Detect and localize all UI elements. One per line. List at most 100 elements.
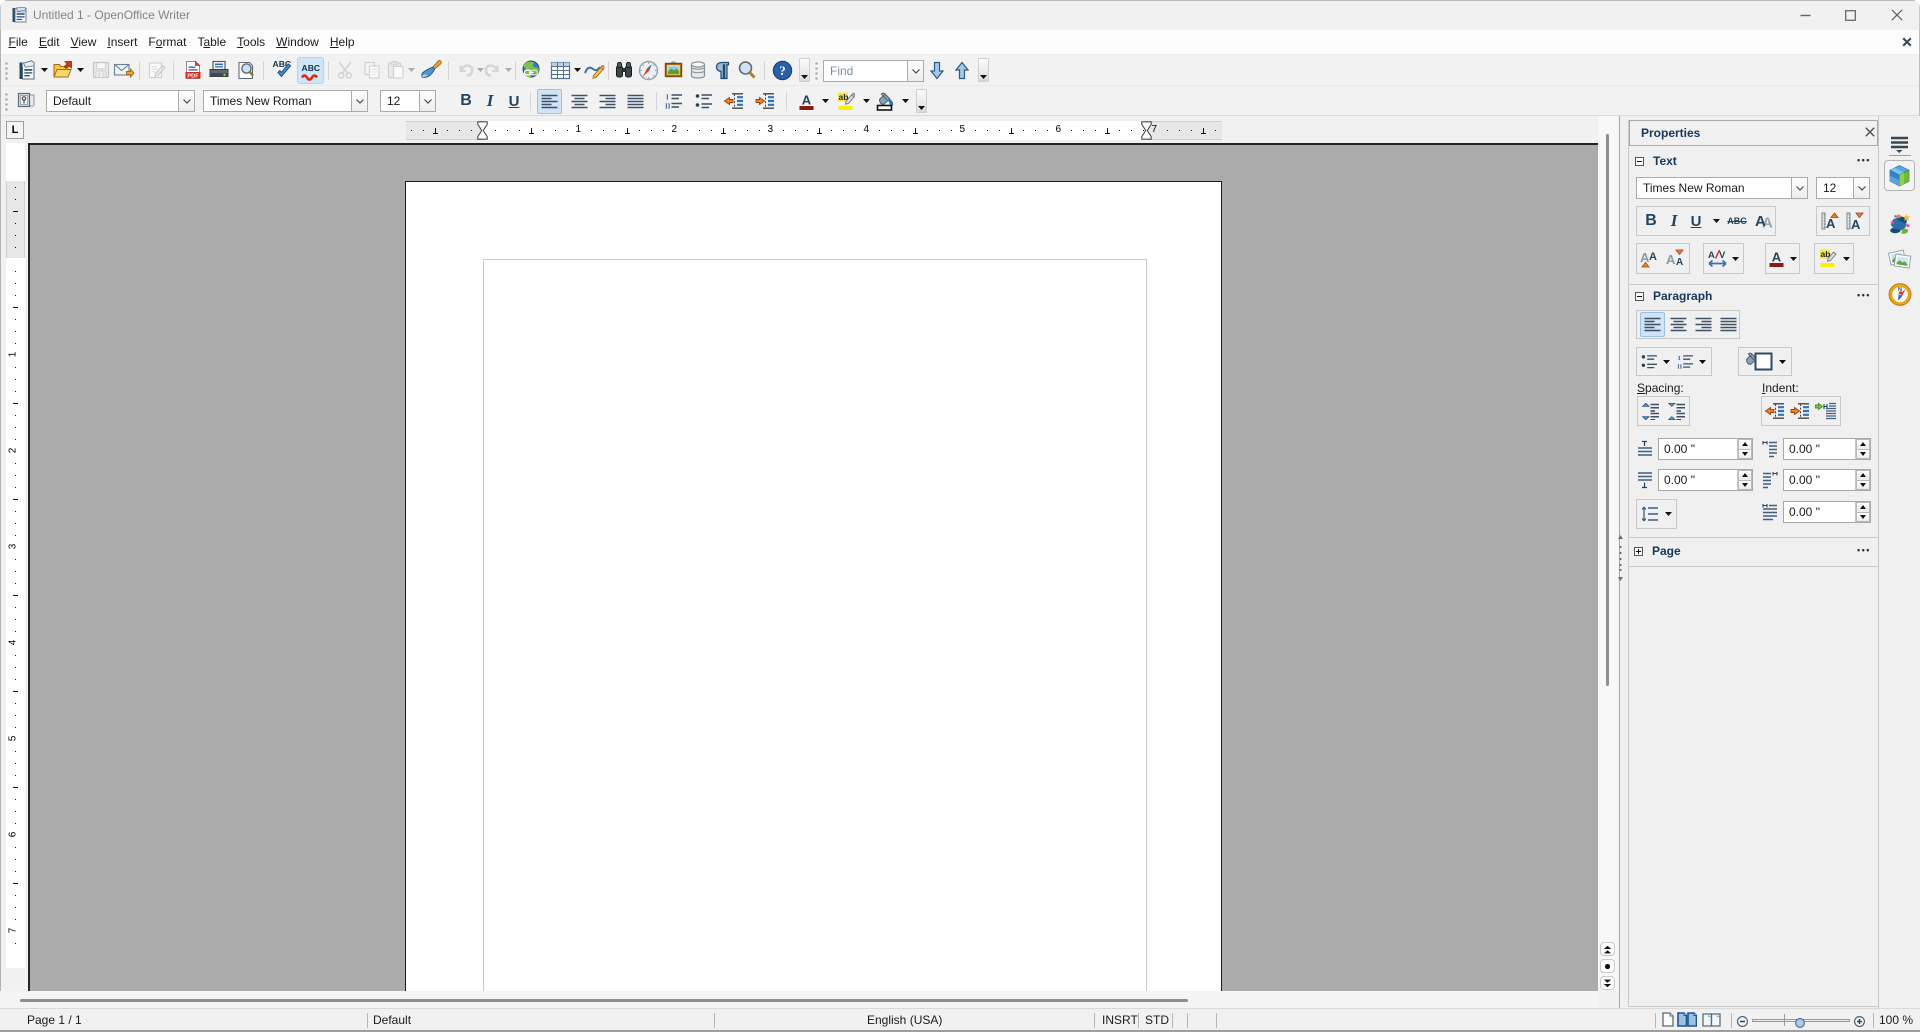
menu-edit[interactable]: Edit xyxy=(33,30,65,54)
minimize-button[interactable] xyxy=(1783,0,1828,30)
tab-stop-selector[interactable]: L xyxy=(6,121,24,139)
sidebar-shadow-button[interactable]: A A xyxy=(1750,209,1776,233)
print-button[interactable] xyxy=(207,58,231,82)
font-size-combobox[interactable]: 12 xyxy=(380,90,436,112)
spellcheck-button[interactable]: ABC xyxy=(271,58,295,82)
status-selection-mode[interactable]: STD xyxy=(1145,1009,1169,1031)
sidebar-underline-button[interactable]: U xyxy=(1685,209,1707,233)
sidebar-italic-button[interactable]: I xyxy=(1663,209,1685,233)
find-input[interactable]: Find xyxy=(824,64,907,78)
expand-icon[interactable] xyxy=(1634,547,1643,556)
font-size-value[interactable]: 12 xyxy=(381,94,419,108)
menu-file[interactable]: File xyxy=(3,30,33,54)
before-indent-value[interactable]: 0.00 " xyxy=(1784,442,1855,456)
sidebar-decrease-indent-button[interactable] xyxy=(1763,399,1787,423)
underline-button[interactable]: U xyxy=(502,89,526,113)
redo-dropdown[interactable] xyxy=(504,64,513,76)
before-indent-spinner[interactable] xyxy=(1855,439,1870,459)
formatting-marks-button[interactable] xyxy=(711,58,735,82)
spin-down-button[interactable] xyxy=(1738,480,1752,491)
page-section-header[interactable]: Page xyxy=(1634,544,1681,558)
above-spacing-field[interactable]: 0.00 " xyxy=(1658,438,1753,460)
sidebar-justify-button[interactable] xyxy=(1716,312,1740,337)
sidebar-subscript-button[interactable]: A xyxy=(1843,209,1868,233)
toolbar-grip[interactable] xyxy=(5,92,8,111)
open-button[interactable] xyxy=(51,58,75,82)
sidebar-align-right-button[interactable] xyxy=(1691,312,1715,337)
styles-and-formatting-button[interactable] xyxy=(14,89,38,113)
status-zoom-value[interactable]: 100 % xyxy=(1879,1009,1913,1031)
insert-table-button[interactable] xyxy=(548,58,572,82)
next-page-button[interactable] xyxy=(1600,976,1615,990)
status-page-style[interactable]: Default xyxy=(373,1009,411,1031)
zoom-button[interactable] xyxy=(735,58,759,82)
bold-button[interactable]: B xyxy=(454,89,478,113)
sidebar-bullet-list-dropdown[interactable] xyxy=(1661,356,1671,368)
sidebar-increase-indent-button[interactable] xyxy=(1788,399,1812,423)
find-toolbar-grip[interactable] xyxy=(815,61,818,80)
edit-file-button[interactable] xyxy=(145,58,169,82)
indent-marker[interactable] xyxy=(477,121,488,140)
zoom-slider-handle[interactable] xyxy=(1795,1015,1805,1025)
sidebar-numbered-list-button[interactable]: I II xyxy=(1675,349,1695,374)
sidebar-tab-navigator[interactable]: N xyxy=(1884,278,1915,310)
menu-help[interactable]: Help xyxy=(324,30,360,54)
open-dropdown[interactable] xyxy=(75,64,85,76)
hyperlink-button[interactable] xyxy=(519,58,543,82)
print-preview-button[interactable] xyxy=(234,58,258,82)
vertical-ruler[interactable]: 1234567 xyxy=(6,143,25,968)
spin-down-button[interactable] xyxy=(1738,449,1752,460)
status-page-number[interactable]: Page 1 / 1 xyxy=(27,1009,82,1031)
redo-button[interactable] xyxy=(481,58,505,82)
line-spacing-button[interactable] xyxy=(1638,502,1662,526)
horizontal-scrollbar-thumb[interactable] xyxy=(20,999,1188,1002)
collapse-icon[interactable] xyxy=(1635,157,1644,166)
paragraph-section-header[interactable]: Paragraph xyxy=(1635,289,1712,303)
sidebar-font-color-dropdown[interactable] xyxy=(1788,253,1798,265)
menu-view[interactable]: View xyxy=(65,30,102,54)
page-section-more-options[interactable]: ••• xyxy=(1857,545,1871,555)
paragraph-style-value[interactable]: Default xyxy=(47,94,178,108)
font-color-dropdown[interactable] xyxy=(820,95,830,107)
document-page[interactable] xyxy=(405,181,1222,993)
collapse-icon[interactable] xyxy=(1635,292,1644,301)
data-sources-button[interactable] xyxy=(686,58,710,82)
undo-button[interactable] xyxy=(453,58,477,82)
vertical-scrollbar[interactable] xyxy=(1598,116,1618,991)
previous-page-button[interactable] xyxy=(1600,942,1615,956)
line-spacing-dropdown[interactable] xyxy=(1663,508,1673,520)
below-spacing-field[interactable]: 0.00 " xyxy=(1658,469,1753,491)
horizontal-ruler[interactable]: 1234567 xyxy=(406,121,1222,140)
multi-page-view-button[interactable] xyxy=(1677,1012,1697,1027)
align-left-button[interactable] xyxy=(537,89,562,114)
sidebar-superscript-button[interactable]: A xyxy=(1818,209,1843,233)
copy-button[interactable] xyxy=(360,58,384,82)
sidebar-strikethrough-button[interactable]: ABC xyxy=(1724,209,1750,233)
spin-up-button[interactable] xyxy=(1856,439,1870,449)
text-section-header[interactable]: Text xyxy=(1635,154,1677,168)
help-button[interactable]: ? xyxy=(770,58,794,82)
find-dropdown[interactable] xyxy=(907,61,923,81)
single-page-view-button[interactable] xyxy=(1662,1012,1674,1027)
justify-button[interactable] xyxy=(623,89,647,113)
firstline-indent-value[interactable]: 0.00 " xyxy=(1784,505,1855,519)
document-close-icon[interactable] xyxy=(1899,34,1915,50)
sidebar-font-color-button[interactable]: A xyxy=(1766,246,1787,271)
new-document-button[interactable] xyxy=(15,58,39,82)
align-center-button[interactable] xyxy=(567,89,591,113)
spin-up-button[interactable] xyxy=(1738,439,1752,449)
zoom-out-button[interactable] xyxy=(1737,1014,1748,1025)
email-button[interactable] xyxy=(112,58,136,82)
font-color-button[interactable]: A xyxy=(794,89,818,113)
sidebar-font-name-combobox[interactable]: Times New Roman xyxy=(1636,177,1808,199)
sidebar-align-left-button[interactable] xyxy=(1640,312,1665,337)
firstline-indent-spinner[interactable] xyxy=(1855,502,1870,522)
show-draw-functions-button[interactable] xyxy=(582,58,606,82)
after-indent-spinner[interactable] xyxy=(1855,470,1870,490)
spin-down-button[interactable] xyxy=(1856,480,1870,491)
menu-table[interactable]: Table xyxy=(192,30,232,54)
paste-button[interactable] xyxy=(384,58,408,82)
sidebar-character-spacing-button[interactable]: A V xyxy=(1705,246,1729,271)
find-replace-button[interactable] xyxy=(612,58,636,82)
indent-marker[interactable] xyxy=(1141,121,1152,140)
